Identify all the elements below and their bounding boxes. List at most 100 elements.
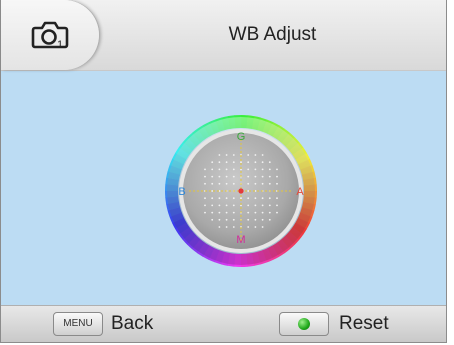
grid-dot	[232, 161, 235, 164]
menu-key-icon: MENU	[53, 312, 103, 336]
reset-button[interactable]: Reset	[279, 312, 389, 336]
grid-dot	[276, 204, 278, 207]
grid-dot	[247, 226, 250, 228]
grid-dot	[247, 175, 250, 178]
grid-dot	[218, 175, 221, 178]
grid-dot	[254, 154, 257, 156]
grid-dot	[211, 218, 214, 221]
grid-dot	[225, 204, 228, 207]
grid-dot	[225, 175, 228, 178]
label-a: A	[296, 186, 304, 198]
grid-dot	[225, 197, 228, 200]
grid-dot	[254, 218, 257, 221]
grid-dot	[232, 175, 235, 178]
grid-dot	[204, 182, 206, 185]
grid-dot	[268, 182, 271, 185]
grid-dot	[211, 175, 214, 178]
grid-dot	[204, 175, 206, 178]
grid-dot	[247, 190, 250, 192]
grid-dot	[211, 211, 214, 214]
grid-dot	[211, 168, 214, 171]
wb-color-dial[interactable]: G M B A	[161, 111, 321, 271]
grid-dot	[254, 182, 257, 185]
grid-dot	[232, 226, 235, 228]
grid-dot	[211, 190, 214, 192]
grid-dot	[211, 182, 214, 185]
grid-dot	[247, 168, 250, 171]
grid-dot	[268, 204, 271, 207]
grid-dot	[276, 168, 278, 171]
grid-dot	[204, 168, 206, 171]
grid-dot	[254, 175, 257, 178]
grid-dot	[218, 211, 221, 214]
footer-bar: MENU Back Reset	[1, 305, 446, 342]
grid-dot	[240, 197, 242, 200]
grid-dot	[218, 168, 221, 171]
grid-dot	[268, 211, 271, 214]
camera-icon: 1	[31, 21, 69, 50]
label-g: G	[237, 131, 246, 143]
label-b: B	[178, 186, 185, 198]
grid-dot	[247, 204, 250, 207]
grid-dot	[261, 182, 264, 185]
grid-dot	[218, 161, 221, 164]
reset-label: Reset	[339, 313, 389, 334]
grid-dot	[254, 197, 257, 200]
grid-dot	[225, 168, 228, 171]
green-dot-icon	[298, 318, 310, 330]
grid-dot	[204, 197, 206, 200]
grid-dot	[261, 204, 264, 207]
wb-adjust-screen: 1 WB Adjust G M B A MENU Back Reset	[0, 0, 447, 343]
camera-mode-tab[interactable]: 1	[1, 0, 99, 70]
grid-dot	[211, 197, 214, 200]
grid-dot	[232, 204, 235, 207]
grid-dot	[261, 161, 264, 164]
grid-dot	[276, 211, 278, 214]
grid-dot	[232, 182, 235, 185]
grid-dot	[225, 211, 228, 214]
grid-dot	[204, 204, 206, 207]
grid-dot	[218, 226, 221, 228]
header-bar: 1 WB Adjust	[1, 0, 446, 71]
grid-dot	[261, 197, 264, 200]
grid-dot	[261, 175, 264, 178]
grid-dot	[218, 204, 221, 207]
grid-dot	[232, 168, 235, 171]
grid-dot	[261, 226, 264, 228]
grid-dot	[218, 154, 221, 156]
grid-dot	[268, 197, 271, 200]
grid-dot	[240, 161, 242, 164]
reset-key-icon	[279, 312, 329, 336]
grid-dot	[247, 161, 250, 164]
grid-dot	[218, 197, 221, 200]
page-title: WB Adjust	[228, 24, 317, 45]
grid-dot	[261, 154, 264, 156]
grid-dot	[247, 197, 250, 200]
back-label: Back	[111, 313, 154, 334]
grid-dot	[254, 211, 257, 214]
grid-dot	[204, 211, 206, 214]
label-m: M	[236, 234, 245, 246]
grid-dot	[268, 161, 271, 164]
grid-dot	[268, 168, 271, 171]
grid-dot	[247, 218, 250, 221]
grid-dot	[268, 175, 271, 178]
grid-dot	[232, 197, 235, 200]
grid-dot	[232, 218, 235, 221]
back-button[interactable]: MENU Back	[53, 312, 153, 336]
grid-dot	[232, 211, 235, 214]
grid-dot	[276, 197, 278, 200]
grid-dot	[276, 182, 278, 185]
grid-dot	[247, 154, 250, 156]
grid-dot	[261, 211, 264, 214]
grid-dot	[211, 204, 214, 207]
grid-dot	[218, 218, 221, 221]
grid-dot	[225, 161, 228, 164]
wb-cursor[interactable]	[238, 188, 244, 194]
grid-dot	[254, 168, 257, 171]
grid-dot	[261, 218, 264, 221]
grid-dot	[225, 182, 228, 185]
grid-dot	[276, 175, 278, 178]
grid-dot	[225, 154, 228, 156]
grid-dot	[225, 226, 228, 228]
